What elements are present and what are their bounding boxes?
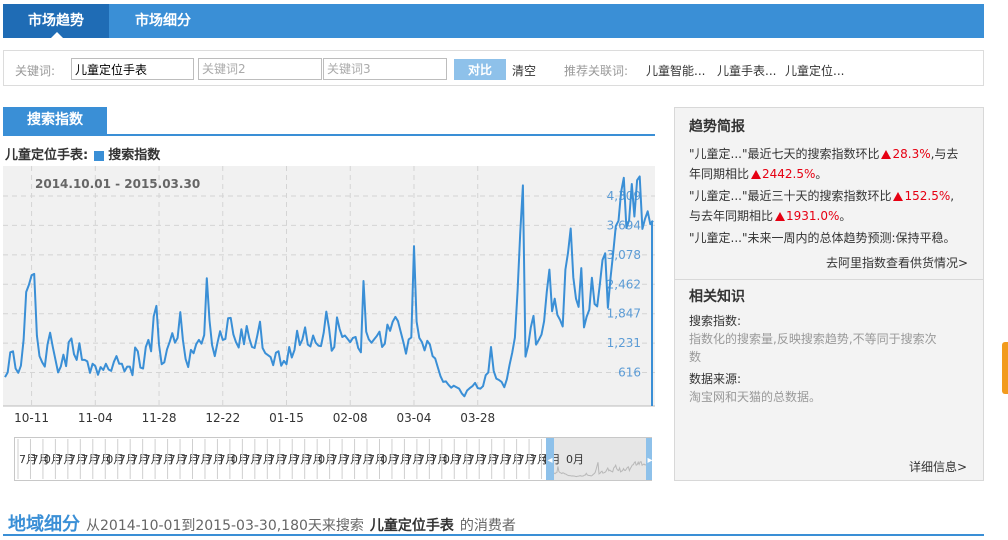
region-suffix: 的消费者 — [459, 518, 516, 534]
up-arrow-icon — [775, 212, 786, 221]
region-keyword: 儿童定位手表 — [369, 518, 454, 534]
detail-info-link[interactable]: 详细信息> — [909, 458, 967, 475]
recommended-keyword-2[interactable]: 儿童手表... — [717, 62, 776, 79]
brief1-text-c: 年同期相比 — [689, 167, 750, 181]
navigator-svg: 7月7月0月7月7月7月7月0月7月7月7月7月7月7月7月7月7月0月7月7月… — [14, 437, 654, 481]
recommended-keyword-3[interactable]: 儿童定位... — [785, 62, 844, 79]
brief2-text-b: , — [950, 189, 955, 203]
up-arrow-icon — [751, 170, 762, 179]
tab-market-trend[interactable]: 市场趋势 — [3, 4, 109, 38]
brief-item-3: "儿童定..."未来一周内的总体趋势预测:保持平稳。 — [689, 231, 956, 245]
region-header: 地域细分 从2014-10-01到2015-03-30,180天来搜索 儿童定位手表… — [8, 510, 516, 536]
knowledge-data-source: 数据来源: 淘宝网和天猫的总数据。 — [689, 370, 821, 406]
up-arrow-icon — [881, 150, 892, 159]
y-tick-label: 616 — [618, 366, 641, 380]
brief2-end: 。 — [839, 209, 852, 223]
chart-range-navigator[interactable]: 7月 7月 0月 7月 7月 7月 7月 0月 7月 7月 7月 7月 7月 7月 7月 7月 7月 0月 7月 7月… — [14, 437, 654, 481]
x-tick-label: 12-22 — [205, 411, 240, 425]
x-tick-label: 02-08 — [333, 411, 368, 425]
tab-market-segment[interactable]: 市场细分 — [109, 4, 217, 38]
tab-market-segment-label: 市场细分 — [135, 13, 191, 29]
region-title: 地域细分 — [8, 514, 80, 535]
compare-button[interactable]: 对比 — [454, 59, 506, 80]
brief1-text: "儿童定..."最近七天的搜索指数环比 — [689, 147, 880, 161]
section-underline — [3, 134, 655, 136]
trend-sidebar: 趋势简报 "儿童定..."最近七天的搜索指数环比 28.3%,与去 年同期相比 24… — [674, 107, 984, 481]
search-index-chart-svg: 6161,2311,8472,4623,0783,6944,30910-11 11… — [3, 166, 655, 425]
brief-title: 趋势简报 — [689, 119, 745, 135]
y-tick-label: 1,231 — [607, 336, 641, 350]
brief2-text-c: 与去年同期相比 — [689, 209, 774, 223]
legend-series-name: 搜索指数 — [108, 148, 161, 163]
k1-line2: 数 — [689, 350, 702, 364]
plot-background — [3, 166, 655, 406]
search-index-tab[interactable]: 搜索指数 — [3, 107, 107, 134]
brief2-year-change: 1931.0% — [786, 209, 840, 223]
chevron-right-icon: ▸ — [647, 455, 652, 466]
chevron-left-icon: ◂ — [547, 455, 552, 466]
keyword-bar: 关键词: 对比 清空 推荐关联词: 儿童智能... 儿童手表... 儿童定位..… — [3, 50, 984, 86]
brief1-year-change: 2442.5% — [762, 167, 816, 181]
y-tick-label: 3,694 — [607, 218, 641, 232]
x-tick-label: 01-15 — [269, 411, 304, 425]
brief-item-1: "儿童定..."最近七天的搜索指数环比 28.3%,与去 年同期相比 2442.5%… — [689, 144, 958, 184]
region-underline — [3, 534, 984, 536]
keyword1-input[interactable] — [71, 58, 194, 80]
recommended-keyword-1[interactable]: 儿童智能... — [646, 62, 705, 79]
clear-button[interactable]: 清空 — [512, 62, 536, 79]
active-tab-caret-icon — [51, 32, 63, 38]
date-range-label: 2014.10.01 - 2015.03.30 — [35, 177, 200, 191]
y-tick-label: 2,462 — [607, 277, 641, 291]
brief1-end: 。 — [815, 167, 828, 181]
sidebar-divider — [675, 279, 983, 280]
search-index-chart[interactable]: 616 1,231 1,847 2,462 3,078 3,694 4,309 10-11 11… — [3, 166, 655, 428]
brief1-week-change: 28.3% — [892, 147, 931, 161]
k2-line1: 淘宝网和天猫的总数据。 — [689, 390, 822, 404]
k1-title: 搜索指数: — [689, 314, 742, 328]
ali-index-link[interactable]: 去阿里指数查看供货情况> — [826, 254, 968, 271]
knowledge-title: 相关知识 — [689, 289, 745, 305]
knowledge-search-index: 搜索指数: 指数化的搜索量,反映搜索趋势,不等同于搜索次 数 — [689, 312, 937, 366]
keyword2-input[interactable] — [198, 58, 322, 80]
legend-keyword: 儿童定位手表: — [5, 148, 89, 163]
side-feedback-handle[interactable] — [1002, 342, 1008, 394]
region-prefix: 从2014-10-01到2015-03-30,180天来搜索 — [86, 518, 364, 534]
keyword3-input[interactable] — [323, 58, 447, 80]
keyword-label: 关键词: — [15, 64, 56, 78]
legend-swatch-icon — [94, 150, 105, 161]
brief-item-2: "儿童定..."最近三十天的搜索指数环比 152.5%, 与去年同期相比 1931.… — [689, 186, 954, 226]
k1-line1: 指数化的搜索量,反映搜索趋势,不等同于搜索次 — [689, 332, 937, 346]
brief2-text: "儿童定..."最近三十天的搜索指数环比 — [689, 189, 892, 203]
brief2-month-change: 152.5% — [904, 189, 951, 203]
chart-legend: 儿童定位手表: 搜索指数 — [5, 144, 160, 163]
x-tick-label: 03-28 — [460, 411, 495, 425]
x-tick-label: 11-28 — [142, 411, 177, 425]
up-arrow-icon — [893, 192, 904, 201]
x-tick-label: 03-04 — [397, 411, 432, 425]
k2-title: 数据来源: — [689, 372, 742, 386]
recommend-label: 推荐关联词: — [564, 64, 629, 78]
y-tick-label: 1,847 — [607, 307, 641, 321]
top-nav: 市场趋势 市场细分 — [3, 4, 984, 38]
x-tick-label: 11-04 — [78, 411, 113, 425]
navigator-selected-label: 0月 — [566, 453, 584, 466]
x-tick-label: 10-11 — [14, 411, 49, 425]
tab-market-trend-label: 市场趋势 — [28, 13, 84, 29]
brief1-text-b: ,与去 — [930, 147, 959, 161]
